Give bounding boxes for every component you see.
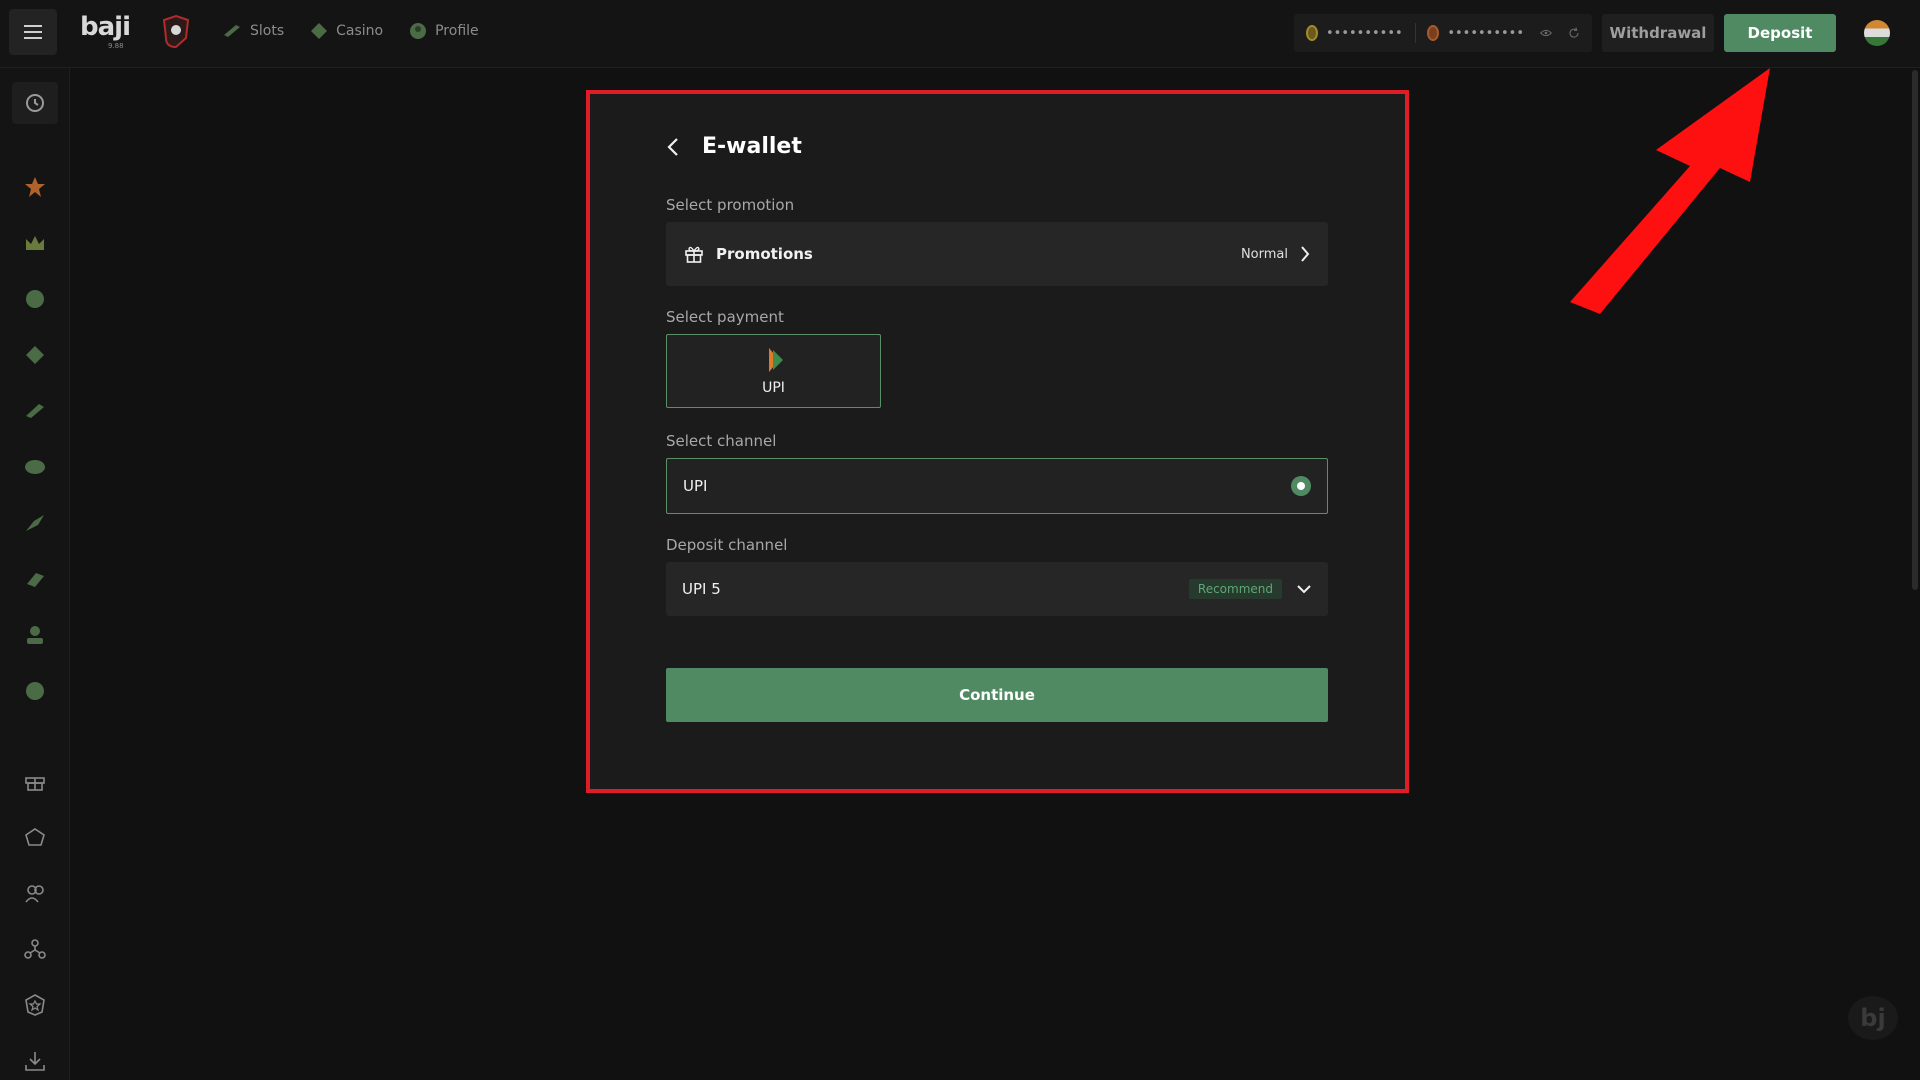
red-arrow-annotation: [1570, 68, 1770, 314]
fishing-icon: [26, 515, 44, 531]
page-scrollbar[interactable]: [1912, 70, 1918, 590]
vip-icon: [25, 828, 45, 846]
sidebar-item-hot[interactable]: [22, 174, 48, 200]
baji-logo[interactable]: baji 9.88: [80, 12, 140, 52]
main-balance: ••••••••••: [1325, 25, 1403, 41]
logo-text: baji: [80, 12, 131, 42]
sidebar-item-download[interactable]: [22, 1048, 48, 1074]
gift-icon: [685, 246, 703, 263]
hamburger-icon: [24, 25, 42, 39]
sidebar-item-casino[interactable]: [22, 342, 48, 368]
e-wallet-panel: E-wallet Select promotion Promotions Nor…: [590, 94, 1405, 789]
promotion-value: Normal: [1240, 246, 1288, 262]
slots-icon: [224, 25, 240, 37]
sidebar-item-lottery[interactable]: [22, 622, 48, 648]
sidebar-item-sports[interactable]: [22, 286, 48, 312]
sidebar-item-poker[interactable]: [22, 454, 48, 480]
payment-label: Select payment: [666, 308, 784, 326]
nav-profile-label: Profile: [435, 23, 479, 39]
sports-ball-icon: [26, 290, 44, 308]
bonus-wallet-coin-icon: [1427, 25, 1440, 41]
sidebar-item-promotions[interactable]: [22, 768, 48, 794]
panel-header: E-wallet: [666, 134, 802, 159]
nav-profile[interactable]: Profile: [409, 22, 479, 40]
badge-icon: [25, 994, 45, 1016]
coin-icon: [26, 682, 44, 700]
sidebar: [0, 68, 70, 1080]
top-bar: baji 9.88 Slots Casino Profile •••••••••…: [0, 0, 1920, 68]
language-flag-icon[interactable]: [1864, 20, 1890, 46]
promotion-label: Select promotion: [666, 196, 795, 214]
club-crest-icon: [162, 14, 190, 49]
profile-icon: [410, 23, 427, 39]
deposit-button[interactable]: Deposit: [1724, 14, 1836, 52]
slots-icon: [26, 404, 44, 418]
menu-button[interactable]: [9, 9, 57, 55]
poker-icon: [25, 460, 45, 474]
balance-divider: [1414, 23, 1416, 43]
gift-icon: [25, 777, 45, 791]
channel-radio-selected[interactable]: [1291, 476, 1311, 496]
channel-option-upi[interactable]: UPI: [666, 458, 1328, 514]
continue-button[interactable]: Continue: [666, 668, 1328, 722]
highlight-frame: E-wallet Select promotion Promotions Nor…: [586, 90, 1409, 793]
sidebar-item-vip[interactable]: [22, 230, 48, 256]
nav-casino[interactable]: Casino: [310, 22, 383, 40]
promotion-name: Promotions: [716, 245, 813, 263]
sidebar-item-arcade[interactable]: [22, 566, 48, 592]
chat-support-icon[interactable]: bj: [1848, 996, 1898, 1040]
channel-option-label: UPI: [683, 477, 708, 495]
crown-icon: [26, 236, 44, 250]
top-nav: Slots Casino Profile: [222, 22, 479, 40]
withdrawal-button[interactable]: Withdrawal: [1602, 14, 1714, 52]
arcade-icon: [27, 573, 44, 587]
sidebar-item-coin[interactable]: [22, 678, 48, 704]
nav-slots[interactable]: Slots: [222, 22, 284, 40]
logo-subtext: 9.88: [108, 42, 124, 50]
referral-icon: [24, 939, 46, 959]
promotion-selector[interactable]: Promotions Normal: [666, 222, 1328, 286]
deposit-channel-dropdown[interactable]: UPI 5 Recommend: [666, 562, 1328, 616]
sidebar-item-slots[interactable]: [22, 398, 48, 424]
channel-label: Select channel: [666, 432, 777, 450]
upi-logo-icon: [768, 348, 783, 372]
chevron-down-icon: [1297, 585, 1311, 594]
eye-icon[interactable]: [1540, 27, 1552, 39]
download-icon: [25, 1052, 45, 1071]
panel-title: E-wallet: [702, 134, 802, 159]
nav-casino-label: Casino: [336, 23, 384, 39]
casino-chip-icon: [26, 346, 44, 364]
casino-icon: [311, 23, 328, 39]
recommend-badge: Recommend: [1188, 579, 1282, 599]
sidebar-item-referral[interactable]: [22, 936, 48, 962]
history-icon: [26, 94, 44, 112]
friends-icon: [25, 885, 44, 903]
balance-display: •••••••••• ••••••••••: [1294, 14, 1592, 52]
deposit-channel-label: Deposit channel: [666, 536, 788, 554]
promotion-value-group: Normal: [1241, 245, 1310, 263]
main-wallet-coin-icon: [1306, 25, 1318, 41]
star-icon: [25, 177, 45, 197]
sidebar-history-button[interactable]: [12, 82, 58, 124]
sidebar-item-vip-club[interactable]: [22, 824, 48, 850]
refresh-icon[interactable]: [1568, 24, 1580, 42]
sidebar-item-fishing[interactable]: [22, 510, 48, 536]
bonus-balance: ••••••••••: [1447, 25, 1525, 41]
sidebar-item-rewards[interactable]: [22, 992, 48, 1018]
payment-option-label: UPI: [762, 380, 785, 396]
lottery-icon: [27, 626, 43, 644]
payment-option-upi[interactable]: UPI: [666, 334, 881, 408]
chevron-right-icon: [1301, 246, 1310, 262]
deposit-channel-value: UPI 5: [682, 580, 721, 598]
back-arrow-icon[interactable]: [666, 137, 680, 157]
nav-slots-label: Slots: [250, 23, 285, 39]
sidebar-item-friends[interactable]: [22, 880, 48, 906]
